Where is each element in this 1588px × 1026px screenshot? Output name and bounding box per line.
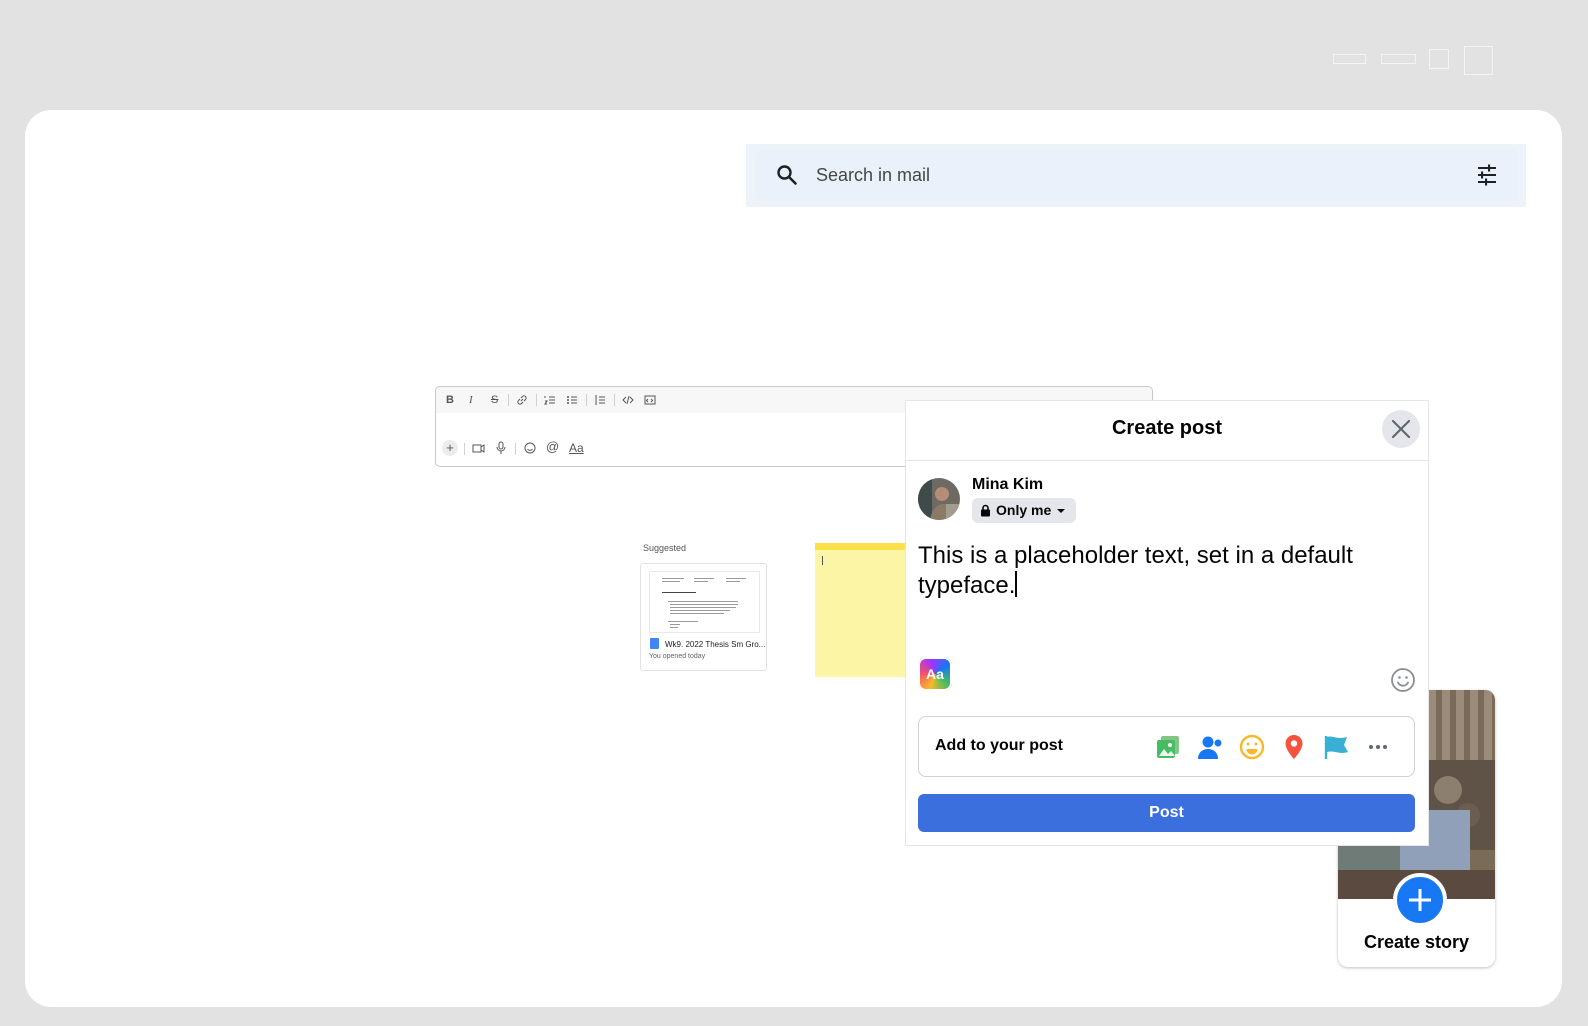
post-text: This is a placeholder text, set in a def… xyxy=(918,542,1353,599)
text-cursor xyxy=(822,556,823,565)
window-control[interactable] xyxy=(1381,54,1416,64)
divider xyxy=(906,460,1428,461)
italic-button[interactable]: I xyxy=(469,393,473,407)
close-button[interactable] xyxy=(1382,410,1420,448)
post-text-input[interactable]: This is a placeholder text, set in a def… xyxy=(918,541,1398,601)
suggested-doc-card[interactable]: Wk9. 2022 Thesis Sm Gro... You opened to… xyxy=(640,563,767,671)
text-cursor xyxy=(1015,571,1017,597)
mention-button[interactable]: @ xyxy=(546,440,559,454)
window-control[interactable] xyxy=(1333,54,1366,64)
divider xyxy=(508,394,509,406)
doc-icon xyxy=(650,638,659,649)
feeling-icon[interactable] xyxy=(1238,733,1266,761)
bold-button[interactable]: B xyxy=(446,393,454,407)
lock-icon xyxy=(981,504,990,517)
emoji-icon[interactable] xyxy=(1390,667,1416,693)
divider xyxy=(586,394,587,406)
privacy-label: Only me xyxy=(996,502,1052,518)
window-control[interactable] xyxy=(1429,49,1449,69)
search-bar[interactable]: Search in mail xyxy=(755,149,1519,201)
text-background-button[interactable]: Aa xyxy=(918,657,952,691)
dialog-title: Create post xyxy=(1111,417,1223,439)
doc-title: Wk9. 2022 Thesis Sm Gro... xyxy=(665,640,766,649)
privacy-selector[interactable]: Only me xyxy=(972,498,1077,523)
doc-subtitle: You opened today xyxy=(649,653,706,660)
create-post-dialog: Create post Mina Kim Only me This is a p… xyxy=(905,400,1429,846)
link-icon[interactable] xyxy=(516,394,528,406)
avatar[interactable] xyxy=(918,478,960,520)
plus-icon[interactable] xyxy=(1393,873,1447,927)
mic-icon[interactable] xyxy=(495,441,507,455)
code-block-icon[interactable] xyxy=(644,394,656,406)
create-story-label: Create story xyxy=(1363,932,1470,952)
divider xyxy=(515,443,516,455)
quote-icon[interactable] xyxy=(594,394,606,406)
divider xyxy=(464,443,465,455)
strike-button[interactable]: S xyxy=(491,393,498,407)
flag-icon[interactable] xyxy=(1322,733,1350,761)
attach-button[interactable]: + xyxy=(442,440,458,456)
code-icon[interactable] xyxy=(622,394,634,406)
numbered-list-icon[interactable] xyxy=(544,394,556,406)
suggested-label: Suggested xyxy=(643,543,687,553)
video-icon[interactable] xyxy=(472,442,485,454)
search-input[interactable]: Search in mail xyxy=(816,165,930,186)
doc-thumbnail xyxy=(649,571,760,633)
bullet-list-icon[interactable] xyxy=(566,394,578,406)
tag-people-icon[interactable] xyxy=(1196,733,1224,761)
more-icon[interactable] xyxy=(1364,733,1392,761)
tune-icon[interactable] xyxy=(1475,163,1499,187)
add-to-post-label: Add to your post xyxy=(935,737,1063,754)
photo-icon[interactable] xyxy=(1154,733,1182,761)
window-control[interactable] xyxy=(1464,46,1493,75)
post-button[interactable]: Post xyxy=(918,794,1415,832)
caret-down-icon xyxy=(1057,508,1066,513)
emoji-icon[interactable] xyxy=(524,442,536,454)
divider xyxy=(536,394,537,406)
user-name: Mina Kim xyxy=(972,476,1044,493)
close-icon xyxy=(1391,419,1411,439)
divider xyxy=(614,394,615,406)
sticky-note[interactable] xyxy=(815,543,915,677)
add-to-post-bar: Add to your post xyxy=(918,716,1415,777)
search-icon[interactable] xyxy=(775,163,799,187)
format-button[interactable]: Aa xyxy=(569,441,584,455)
location-icon[interactable] xyxy=(1280,733,1308,761)
